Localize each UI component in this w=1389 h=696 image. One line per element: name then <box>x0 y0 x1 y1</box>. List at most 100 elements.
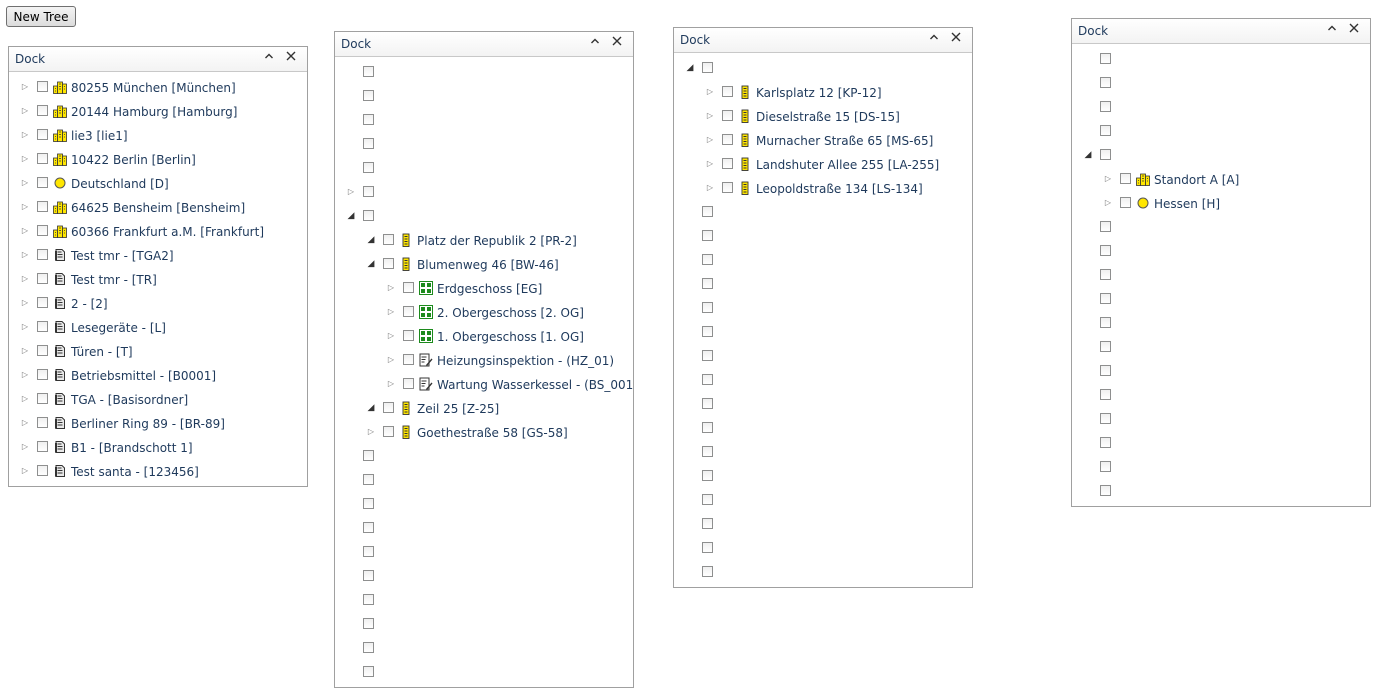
collapsed-triangle-icon[interactable]: ▷ <box>704 85 716 99</box>
tree-row[interactable] <box>674 393 972 417</box>
tree-checkbox[interactable] <box>383 234 394 245</box>
tree-checkbox[interactable] <box>363 66 374 77</box>
tree-row[interactable]: ▷ Deutschland [D] <box>9 172 307 196</box>
tree-item-label[interactable]: Dieselstraße 15 [DS-15] <box>756 110 900 124</box>
tree-item-label[interactable]: 20144 Hamburg [Hamburg] <box>71 105 237 119</box>
tree-row[interactable] <box>1072 336 1370 360</box>
tree-checkbox[interactable] <box>722 182 733 193</box>
tree-row[interactable]: ▷ Karlsplatz 12 [KP-12] <box>674 81 972 105</box>
collapsed-triangle-icon[interactable]: ▷ <box>19 224 31 238</box>
tree-row[interactable] <box>674 417 972 441</box>
tree-checkbox[interactable] <box>363 162 374 173</box>
tree-item-label[interactable]: Murnacher Straße 65 [MS-65] <box>756 134 933 148</box>
tree-checkbox[interactable] <box>702 422 713 433</box>
collapsed-triangle-icon[interactable]: ▷ <box>1102 172 1114 186</box>
tree-checkbox[interactable] <box>363 618 374 629</box>
tree-checkbox[interactable] <box>1120 197 1131 208</box>
collapsed-triangle-icon[interactable]: ▷ <box>704 109 716 123</box>
tree-row[interactable]: ▷ 1. Obergeschoss [1. OG] <box>335 325 633 349</box>
tree-row[interactable] <box>335 517 633 541</box>
tree-row[interactable] <box>335 133 633 157</box>
tree-item-label[interactable]: Test tmr - [TGA2] <box>71 249 174 263</box>
collapsed-triangle-icon[interactable]: ▷ <box>704 157 716 171</box>
tree-checkbox[interactable] <box>37 153 48 164</box>
tree-item-label[interactable]: Goethestraße 58 [GS-58] <box>417 426 568 440</box>
tree-checkbox[interactable] <box>403 282 414 293</box>
tree-checkbox[interactable] <box>1100 365 1111 376</box>
tree-checkbox[interactable] <box>1100 149 1111 160</box>
collapsed-triangle-icon[interactable]: ▷ <box>385 305 397 319</box>
tree-row[interactable]: ▷ Test santa - [123456] <box>9 460 307 484</box>
tree-item-label[interactable]: Wartung Wasserkessel - (BS_001) <box>437 378 633 392</box>
tree-checkbox[interactable] <box>1100 125 1111 136</box>
tree-row[interactable] <box>335 613 633 637</box>
collapsed-triangle-icon[interactable]: ▷ <box>19 296 31 310</box>
tree-checkbox[interactable] <box>1100 293 1111 304</box>
tree-item-label[interactable]: Standort A [A] <box>1154 173 1239 187</box>
tree-row[interactable] <box>1072 240 1370 264</box>
tree-row[interactable]: ▷ Test tmr - [TR] <box>9 268 307 292</box>
tree-row[interactable]: ▷ Türen - [T] <box>9 340 307 364</box>
collapsed-triangle-icon[interactable]: ▷ <box>385 281 397 295</box>
tree-row[interactable]: ▷ 60366 Frankfurt a.M. [Frankfurt] <box>9 220 307 244</box>
tree-row[interactable] <box>674 465 972 489</box>
tree-row[interactable] <box>1072 432 1370 456</box>
expanded-triangle-icon[interactable]: ◢ <box>1082 148 1094 162</box>
tree-item-label[interactable]: Leopoldstraße 134 [LS-134] <box>756 182 923 196</box>
tree-row[interactable]: ▷ <box>335 181 633 205</box>
tree-checkbox[interactable] <box>702 302 713 313</box>
tree-checkbox[interactable] <box>722 110 733 121</box>
tree-checkbox[interactable] <box>702 374 713 385</box>
close-icon[interactable] <box>1346 22 1362 38</box>
tree-item-label[interactable]: Zeil 25 [Z-25] <box>417 402 499 416</box>
tree-checkbox[interactable] <box>722 134 733 145</box>
tree-row[interactable]: ▷ 64625 Bensheim [Bensheim] <box>9 196 307 220</box>
tree-item-label[interactable]: Lesegeräte - [L] <box>71 321 166 335</box>
tree-row[interactable]: ▷ Leopoldstraße 134 [LS-134] <box>674 177 972 201</box>
tree-checkbox[interactable] <box>37 345 48 356</box>
collapsed-triangle-icon[interactable]: ▷ <box>19 248 31 262</box>
tree-checkbox[interactable] <box>1100 437 1111 448</box>
tree-row[interactable] <box>1072 72 1370 96</box>
tree-row[interactable] <box>674 561 972 585</box>
tree-row[interactable]: ▷ Test tmr - [TGA2] <box>9 244 307 268</box>
tree-row[interactable]: ▷ 80255 München [München] <box>9 76 307 100</box>
tree-checkbox[interactable] <box>1100 341 1111 352</box>
tree-checkbox[interactable] <box>37 297 48 308</box>
collapsed-triangle-icon[interactable]: ▷ <box>19 344 31 358</box>
tree-checkbox[interactable] <box>702 518 713 529</box>
tree-row[interactable]: ▷ Erdgeschoss [EG] <box>335 277 633 301</box>
tree-checkbox[interactable] <box>702 542 713 553</box>
tree-row[interactable] <box>1072 312 1370 336</box>
collapsed-triangle-icon[interactable]: ▷ <box>19 128 31 142</box>
tree-row[interactable] <box>674 321 972 345</box>
tree-row[interactable] <box>335 661 633 685</box>
tree-checkbox[interactable] <box>1100 389 1111 400</box>
tree-checkbox[interactable] <box>702 254 713 265</box>
tree-checkbox[interactable] <box>403 306 414 317</box>
collapsed-triangle-icon[interactable]: ▷ <box>19 440 31 454</box>
collapsed-triangle-icon[interactable]: ▷ <box>365 425 377 439</box>
tree-item-label[interactable]: lie3 [lie1] <box>71 129 128 143</box>
tree-row[interactable] <box>674 225 972 249</box>
tree-row[interactable]: ▷ Betriebsmittel - [B0001] <box>9 364 307 388</box>
tree-checkbox[interactable] <box>702 566 713 577</box>
tree-row[interactable] <box>1072 264 1370 288</box>
tree-checkbox[interactable] <box>1100 245 1111 256</box>
tree-checkbox[interactable] <box>702 230 713 241</box>
tree-checkbox[interactable] <box>383 258 394 269</box>
tree-checkbox[interactable] <box>702 470 713 481</box>
tree-item-label[interactable]: 64625 Bensheim [Bensheim] <box>71 201 245 215</box>
tree-row[interactable] <box>335 589 633 613</box>
tree-checkbox[interactable] <box>37 417 48 428</box>
tree-row[interactable] <box>335 541 633 565</box>
tree-row[interactable] <box>335 157 633 181</box>
tree-checkbox[interactable] <box>363 90 374 101</box>
tree-checkbox[interactable] <box>37 249 48 260</box>
tree-checkbox[interactable] <box>1100 269 1111 280</box>
collapsed-triangle-icon[interactable]: ▷ <box>704 133 716 147</box>
expanded-triangle-icon[interactable]: ◢ <box>365 233 377 247</box>
tree-checkbox[interactable] <box>1100 101 1111 112</box>
tree-row[interactable] <box>335 469 633 493</box>
tree-checkbox[interactable] <box>37 201 48 212</box>
